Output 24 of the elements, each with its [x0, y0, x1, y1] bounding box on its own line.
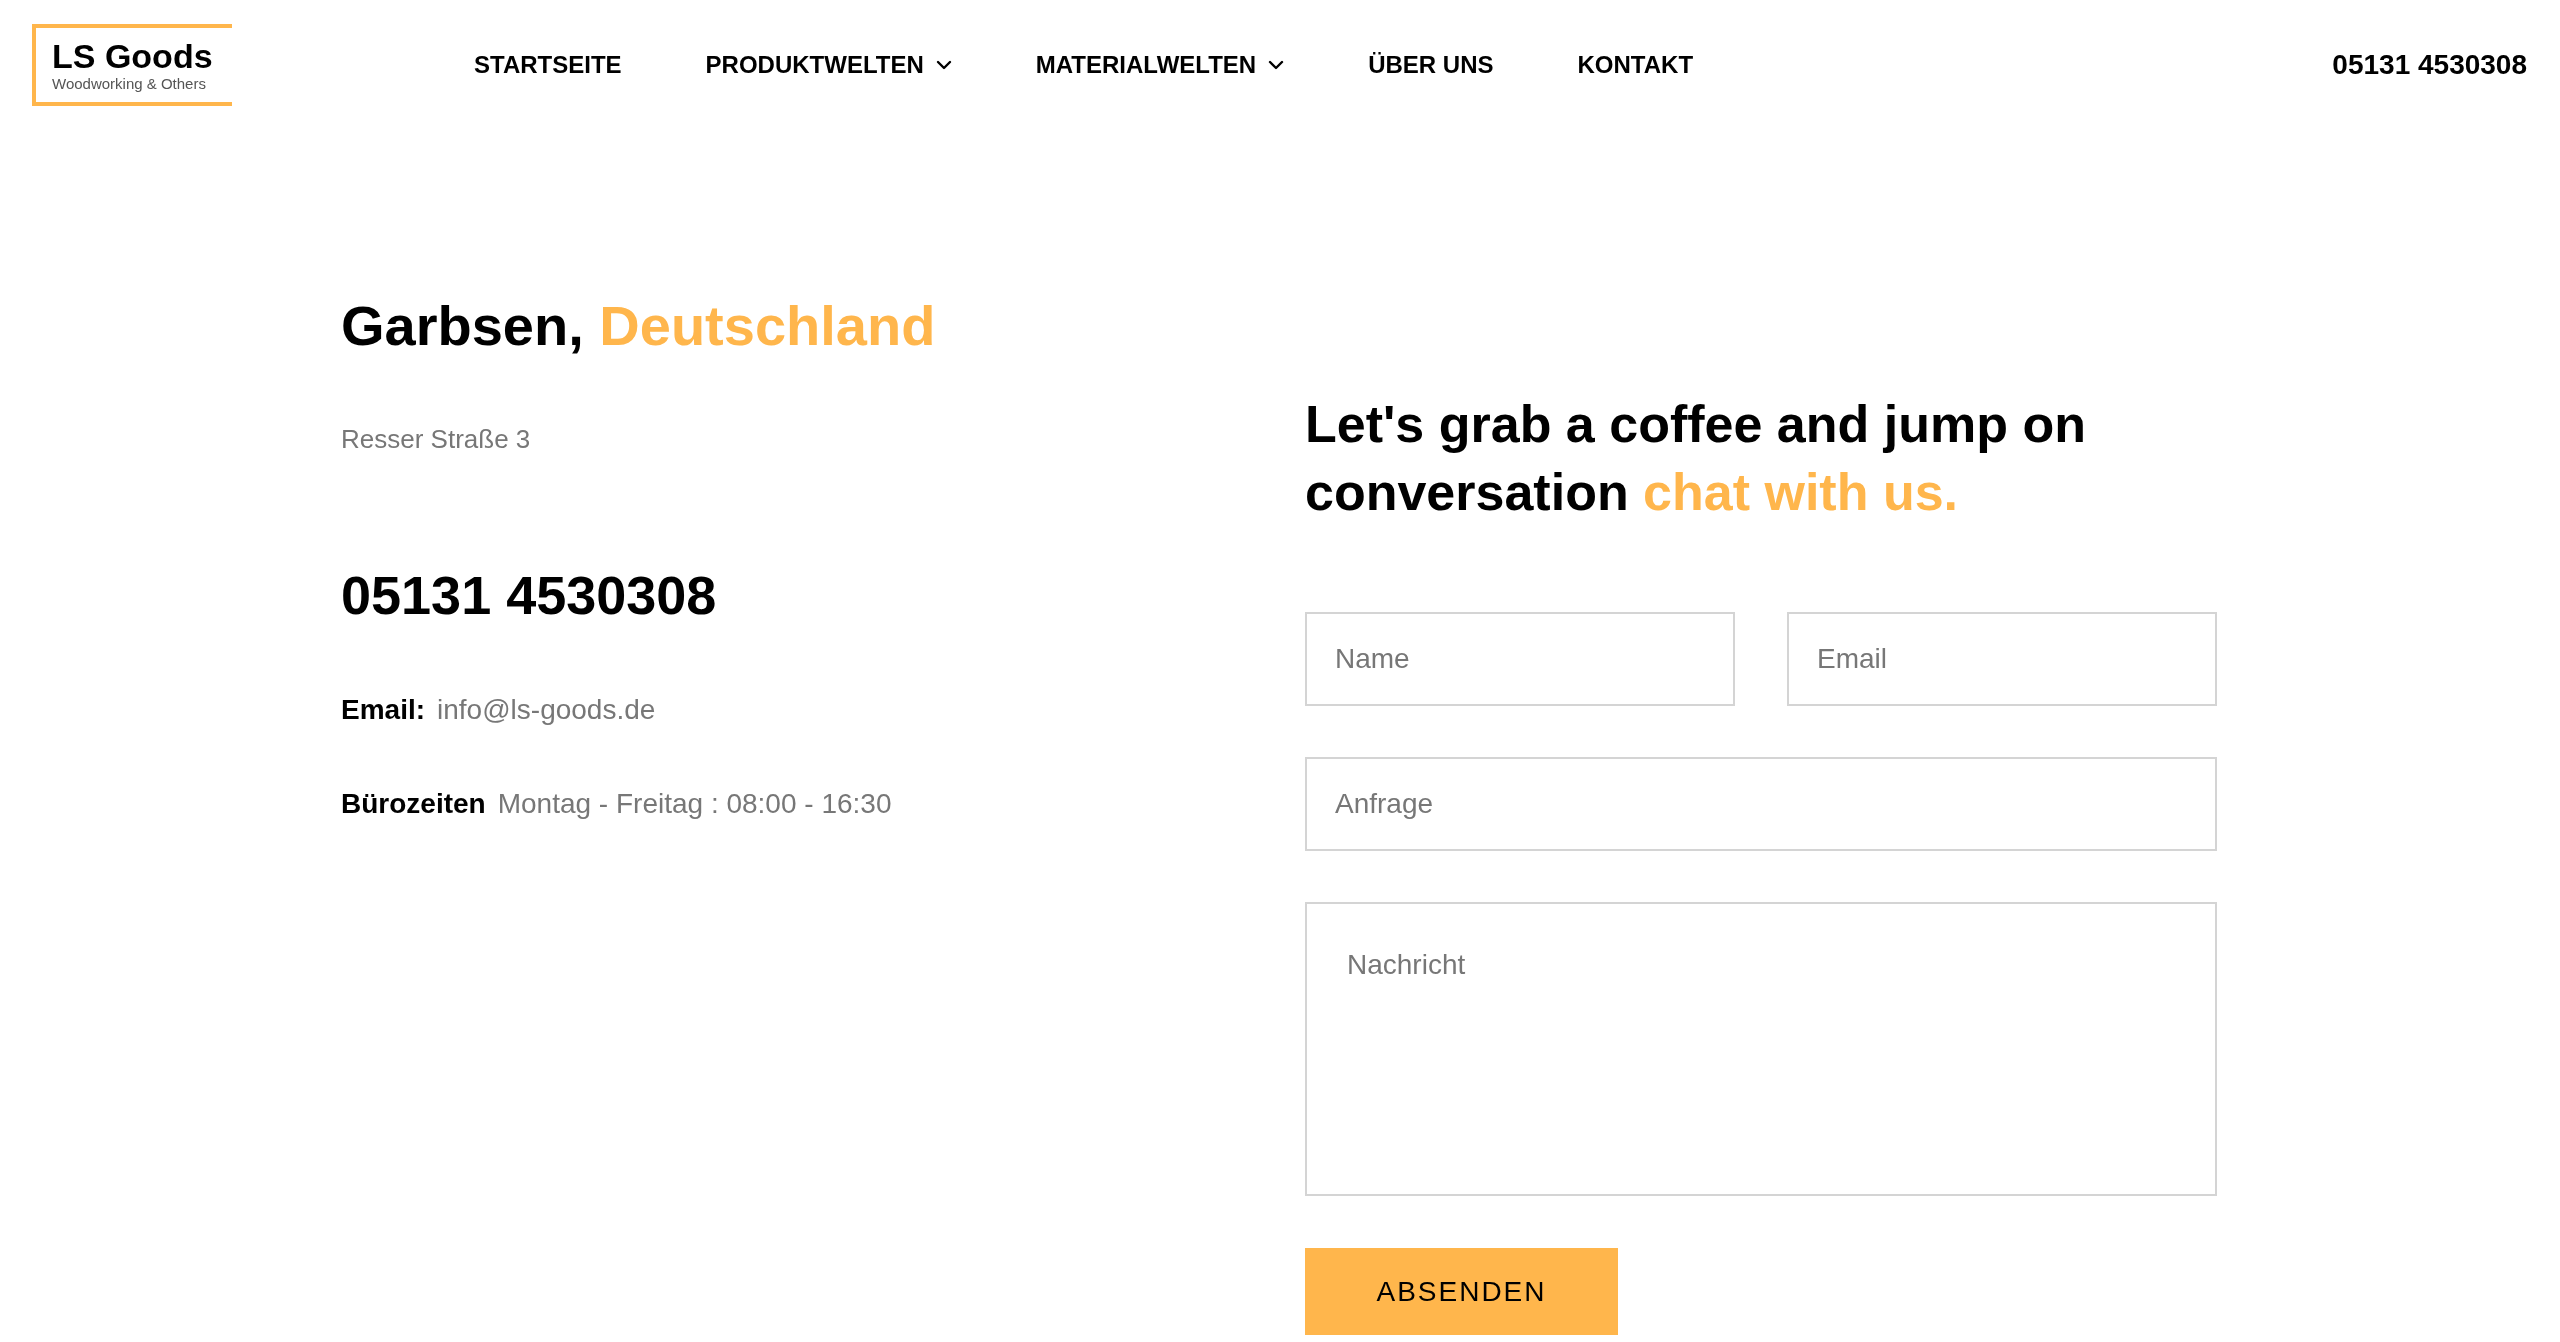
logo-title: LS Goods [52, 37, 214, 75]
input-field[interactable]: Anfrage [1305, 757, 2217, 851]
message-field[interactable]: Nachricht [1305, 902, 2217, 1196]
nav-link[interactable]: PRODUKTWELTEN [705, 47, 952, 83]
nav-link[interactable]: ÜBER UNS [1368, 47, 1494, 83]
phone-number: 05131 4530308 [341, 564, 718, 627]
form-heading: Let's grab a coffee and jump on conversation chat with us. [1305, 394, 2087, 523]
email-link[interactable]: info@ls-goods.de [437, 689, 656, 731]
logo-subtitle: Woodworking & Others [52, 75, 207, 93]
input-field[interactable]: Email [1787, 612, 2217, 706]
submit-button[interactable]: ABSENDEN [1305, 1248, 1618, 1335]
nav-link[interactable]: STARTSEITE [474, 47, 622, 83]
hours-label: Bürozeiten [341, 787, 486, 821]
input-field[interactable]: Name [1305, 612, 1735, 706]
email-label: Email: [341, 693, 426, 727]
location-heading: Garbsen, Deutschland [341, 293, 937, 359]
logo[interactable]: LS Goods Woodworking & Others [32, 24, 232, 106]
nav-link[interactable]: KONTAKT [1577, 47, 1694, 83]
nav-link[interactable]: MATERIALWELTEN [1035, 47, 1285, 83]
chevron-down-icon [1268, 60, 1285, 70]
address-text: Resser Straße 3 [341, 423, 532, 456]
hours-text: Montag - Freitag : 08:00 - 16:30 [497, 787, 892, 821]
chevron-down-icon [935, 60, 952, 70]
header-phone[interactable]: 05131 4530308 [2332, 44, 2527, 86]
